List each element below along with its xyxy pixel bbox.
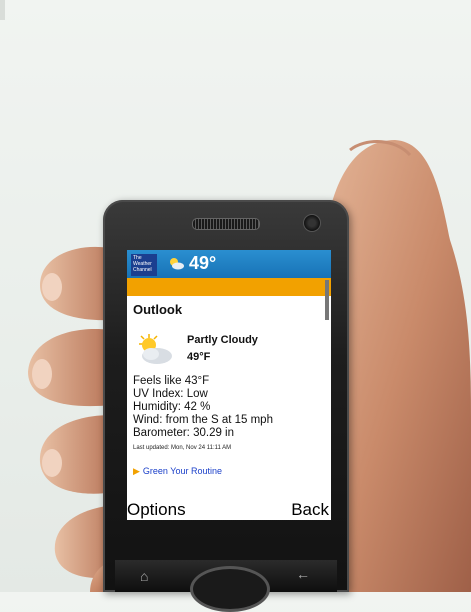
arrow-right-icon: ▶ [133,466,140,476]
home-icon[interactable]: ⌂ [140,568,148,584]
condition-text: Partly Cloudy [187,334,258,346]
orange-band [127,278,331,296]
header-temperature: 49° [189,253,217,273]
humidity: Humidity: 42 % [133,401,211,413]
partly-cloudy-small-icon [170,258,184,270]
front-camera [303,214,321,232]
phone-screen: The Weather Channel 49° Outlook Partly C… [127,250,331,520]
navigation-ring[interactable] [190,566,270,612]
temperature-text: 49°F [187,351,211,363]
green-routine-link[interactable]: ▶ Green Your Routine [133,466,222,477]
weather-header: The Weather Channel 49° [127,250,331,278]
weather-channel-logo: The Weather Channel [131,254,157,276]
back-arrow-icon[interactable]: ← [296,566,310,582]
earpiece-speaker [192,218,260,230]
last-updated: Last updated: Mon, Nov 24 11:11 AM [133,445,232,451]
feels-like: Feels like 43°F [133,375,210,387]
options-softkey[interactable]: Options [127,500,186,520]
wind: Wind: from the S at 15 mph [133,414,273,426]
barometer: Barometer: 30.29 in [133,427,235,439]
uv-index: UV Index: Low [133,388,208,400]
scrollbar[interactable] [325,280,329,320]
softkey-bar: Options Back [127,500,331,520]
weather-details: Feels like 43°F UV Index: Low Humidity: … [133,375,273,440]
partly-cloudy-icon [139,334,172,364]
back-softkey[interactable]: Back [291,500,329,520]
section-title: Outlook [133,302,183,317]
